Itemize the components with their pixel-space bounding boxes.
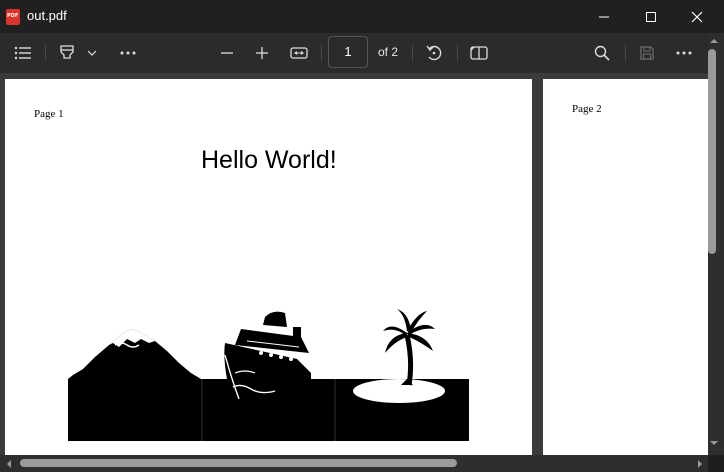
fit-width-icon — [290, 47, 308, 59]
pdf-app-icon: PDF — [6, 9, 20, 25]
chevron-down-icon — [87, 50, 97, 56]
scroll-up-icon[interactable] — [708, 35, 724, 47]
page-number-input[interactable]: 1 — [328, 36, 368, 68]
scrollbar-corner — [708, 455, 724, 472]
horizontal-scrollbar[interactable] — [0, 455, 708, 472]
toolbar: 1 of 2 — [0, 33, 724, 73]
scene-illustration — [68, 309, 469, 441]
contents-button[interactable] — [10, 33, 36, 73]
toolbar-separator — [45, 45, 46, 61]
toolbar-separator — [412, 45, 413, 61]
page-view-icon — [470, 46, 488, 60]
scroll-down-icon[interactable] — [708, 437, 724, 449]
scroll-right-icon[interactable] — [694, 456, 706, 472]
page-view-button[interactable] — [467, 33, 491, 73]
page-2-label: Page 2 — [572, 103, 602, 115]
zoom-out-icon — [221, 52, 233, 54]
scroll-left-icon[interactable] — [3, 456, 15, 472]
pdf-page-1: Page 1 Hello World! — [5, 79, 532, 455]
more-options-button[interactable] — [671, 33, 697, 73]
app-icon-text: PDF — [7, 13, 19, 19]
title-bar: PDF out.pdf — [0, 0, 724, 33]
contents-icon — [14, 46, 31, 60]
rotate-icon — [426, 45, 442, 61]
save-icon — [640, 46, 654, 60]
minimize-button[interactable] — [581, 0, 627, 33]
page-heading: Hello World! — [201, 146, 337, 174]
zoom-in-button[interactable] — [251, 33, 273, 73]
page-1-label: Page 1 — [34, 108, 64, 120]
window-title: out.pdf — [27, 8, 67, 23]
zoom-in-icon — [256, 47, 268, 59]
save-button[interactable] — [635, 33, 659, 73]
highlight-options-button[interactable] — [84, 33, 100, 73]
more-tools-button[interactable] — [115, 33, 141, 73]
highlight-button[interactable] — [55, 33, 79, 73]
search-button[interactable] — [590, 33, 614, 73]
close-button[interactable] — [674, 0, 720, 33]
close-icon — [691, 11, 703, 22]
maximize-button[interactable] — [628, 0, 674, 33]
minimize-icon — [599, 16, 609, 17]
pdf-page-2: Page 2 — [543, 79, 708, 455]
search-icon — [594, 45, 610, 61]
fit-width-button[interactable] — [288, 33, 310, 73]
maximize-icon — [646, 11, 656, 22]
vertical-scroll-thumb[interactable] — [708, 49, 716, 254]
vertical-scrollbar[interactable] — [708, 33, 724, 455]
toolbar-separator — [625, 45, 626, 61]
page-count-label: of 2 — [378, 45, 399, 59]
horizontal-scroll-thumb[interactable] — [20, 459, 457, 467]
more-icon — [676, 51, 692, 55]
more-icon — [120, 51, 136, 55]
toolbar-separator — [457, 45, 458, 61]
toolbar-separator — [321, 45, 322, 61]
rotate-button[interactable] — [422, 33, 446, 73]
zoom-out-button[interactable] — [216, 33, 238, 73]
highlight-icon — [60, 45, 74, 59]
document-viewer[interactable]: Page 1 Hello World! Page 2 — [0, 73, 708, 455]
